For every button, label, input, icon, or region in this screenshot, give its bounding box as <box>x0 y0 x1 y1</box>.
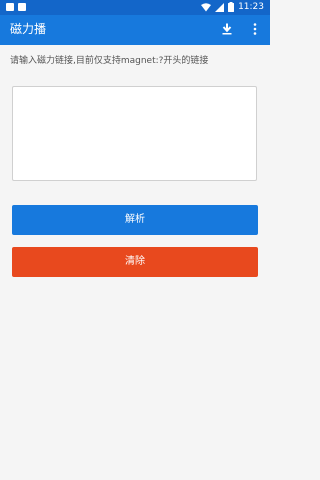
notification-icon <box>6 3 14 11</box>
status-left-icons <box>6 3 26 11</box>
app-bar: 磁力播 <box>0 15 270 45</box>
wifi-icon <box>201 2 212 11</box>
signal-icon <box>215 2 225 12</box>
app-title: 磁力播 <box>10 22 47 36</box>
more-options-button[interactable] <box>248 22 262 36</box>
input-hint: 请输入磁力链接,目前仅支持magnet:?开头的链接 <box>10 56 209 66</box>
download-icon <box>222 23 232 35</box>
magnet-link-input[interactable] <box>12 86 257 181</box>
status-time: 11:23 <box>238 2 264 12</box>
status-right: 11:23 <box>201 1 264 13</box>
parse-button[interactable]: 解析 <box>12 205 258 235</box>
more-vert-icon <box>253 23 257 35</box>
clear-button[interactable]: 清除 <box>12 247 258 277</box>
download-button[interactable] <box>220 22 234 36</box>
app-actions <box>220 22 262 36</box>
status-bar: 11:23 <box>0 0 270 15</box>
sim-icon <box>18 3 26 11</box>
battery-icon <box>228 2 235 12</box>
